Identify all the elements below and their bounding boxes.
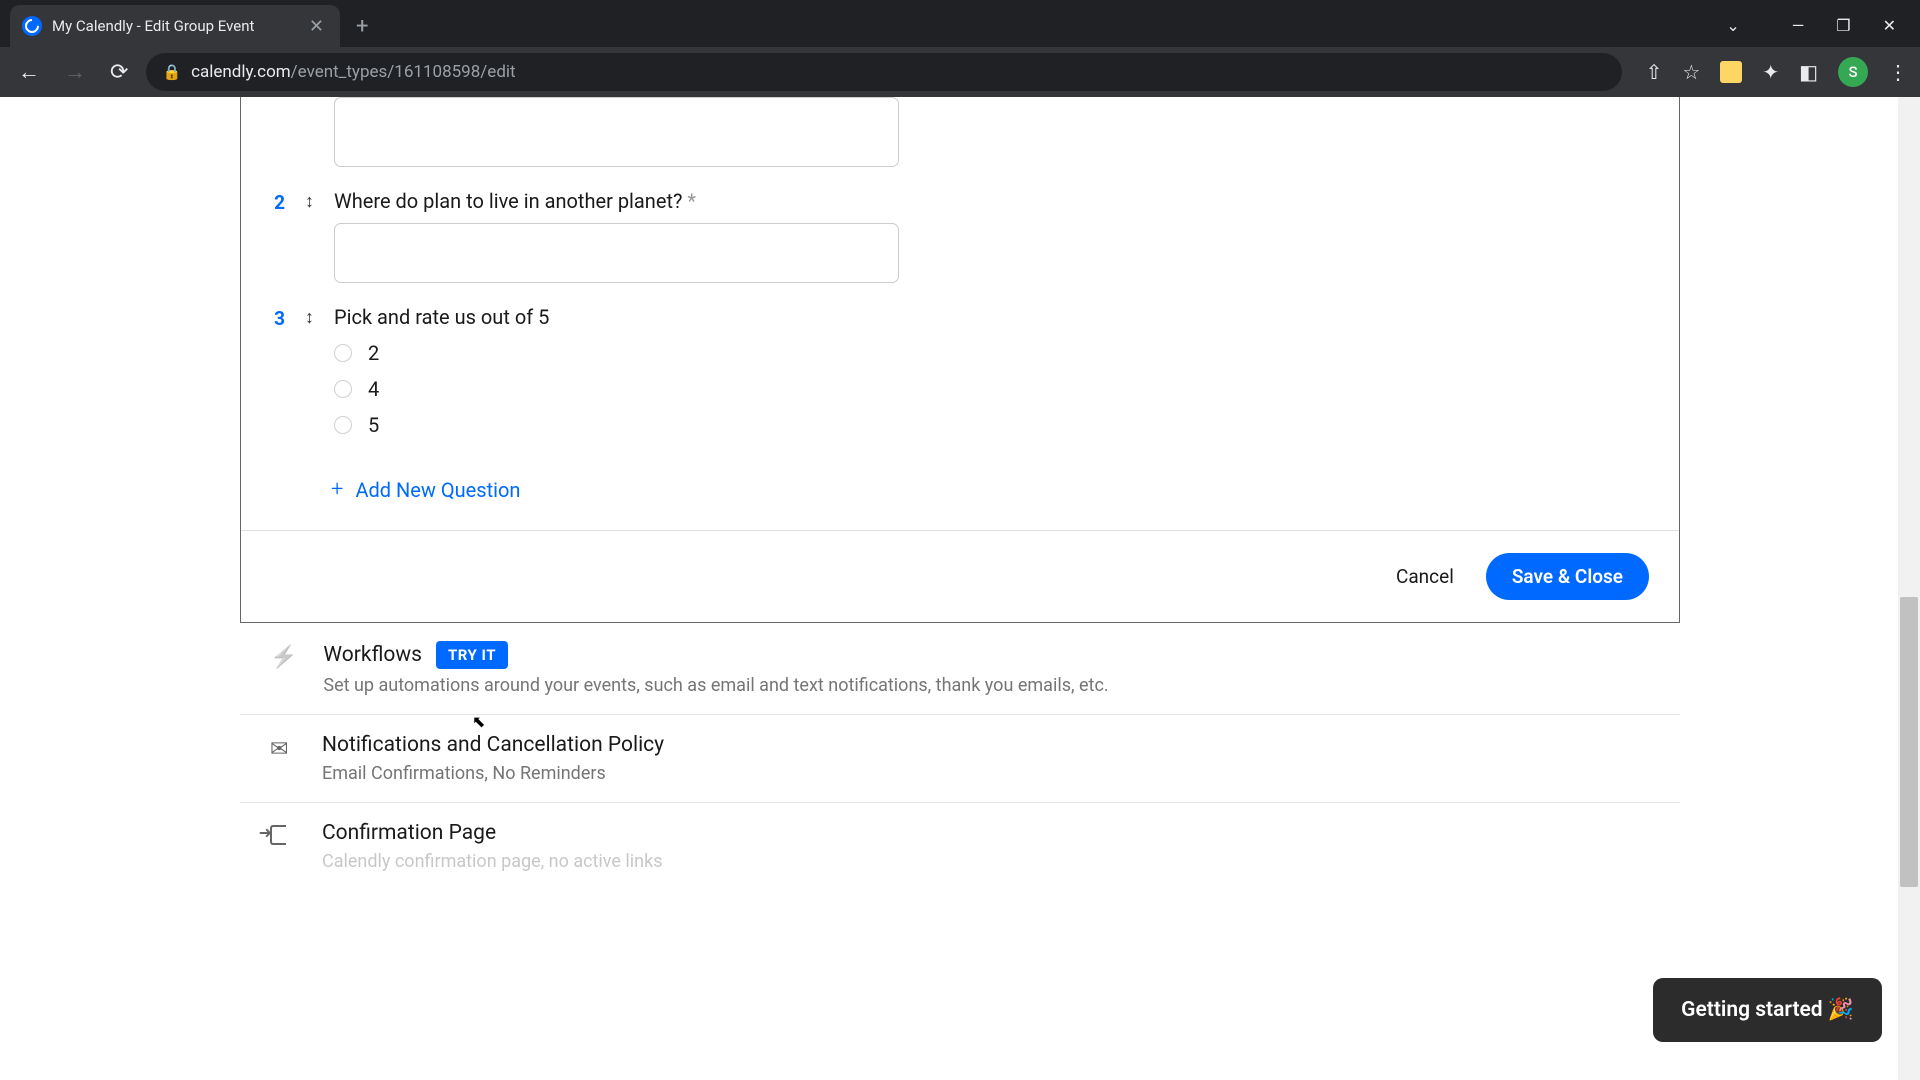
arrow-out-icon bbox=[270, 821, 296, 825]
section-title: Notifications and Cancellation Policy bbox=[322, 733, 1650, 757]
tab-title: My Calendly - Edit Group Event bbox=[52, 17, 295, 35]
question-label: Where do plan to live in another planet?… bbox=[334, 189, 1649, 213]
calendly-favicon bbox=[22, 16, 42, 36]
try-it-badge[interactable]: TRY IT bbox=[436, 641, 508, 669]
plus-icon: + bbox=[331, 477, 343, 502]
questions-card: 1 ↕ 2 ↕ Where do plan to live in another… bbox=[240, 97, 1680, 623]
mail-icon bbox=[270, 733, 296, 762]
radio-label: 5 bbox=[368, 413, 379, 437]
getting-started-widget[interactable]: Getting started 🎉 bbox=[1653, 978, 1882, 1042]
radio-option[interactable]: 2 bbox=[334, 341, 1649, 365]
question-text-input[interactable] bbox=[334, 223, 899, 283]
question-text-input[interactable] bbox=[334, 97, 899, 167]
card-footer: Cancel Save & Close bbox=[241, 530, 1679, 622]
lock-icon: 🔒 bbox=[162, 63, 181, 81]
menu-icon[interactable]: ⋮ bbox=[1888, 60, 1908, 84]
radio-option[interactable]: 5 bbox=[334, 413, 1649, 437]
radio-label: 2 bbox=[368, 341, 379, 365]
scrollbar-track[interactable] bbox=[1898, 97, 1920, 1080]
window-controls: ⌄ — ❐ ✕ bbox=[1726, 16, 1920, 35]
question-number: 2 bbox=[271, 189, 285, 283]
drag-handle-icon[interactable]: ↕ bbox=[305, 189, 314, 283]
browser-toolbar: ← → ⟳ 🔒 calendly.com/event_types/1611085… bbox=[0, 47, 1920, 97]
radio-icon bbox=[334, 416, 352, 434]
notifications-section[interactable]: Notifications and Cancellation Policy Em… bbox=[240, 715, 1680, 803]
share-icon[interactable]: ⇧ bbox=[1646, 60, 1663, 84]
add-question-label: Add New Question bbox=[355, 478, 520, 502]
section-title: Confirmation Page bbox=[322, 821, 1650, 845]
scrollbar-thumb[interactable] bbox=[1900, 597, 1918, 887]
bookmark-icon[interactable]: ☆ bbox=[1682, 60, 1700, 84]
page-content: 1 ↕ 2 ↕ Where do plan to live in another… bbox=[0, 97, 1920, 1080]
add-question-button[interactable]: + Add New Question bbox=[331, 477, 1649, 502]
section-subtitle: Email Confirmations, No Reminders bbox=[322, 763, 1650, 784]
extensions-icon[interactable]: ✦ bbox=[1762, 60, 1779, 84]
maximize-button[interactable]: ❐ bbox=[1836, 16, 1850, 35]
url-text: calendly.com/event_types/161108598/edit bbox=[191, 62, 515, 82]
drag-handle-icon[interactable]: ↕ bbox=[305, 305, 314, 449]
required-asterisk: * bbox=[687, 189, 696, 213]
browser-tab[interactable]: My Calendly - Edit Group Event ✕ bbox=[10, 5, 340, 47]
forward-button[interactable]: → bbox=[58, 55, 92, 89]
cancel-button[interactable]: Cancel bbox=[1388, 553, 1462, 600]
question-label: Pick and rate us out of 5 bbox=[334, 305, 1649, 329]
profile-avatar[interactable]: S bbox=[1838, 57, 1868, 87]
close-window-button[interactable]: ✕ bbox=[1883, 16, 1896, 35]
help-widget-label: Getting started 🎉 bbox=[1681, 998, 1854, 1022]
radio-label: 4 bbox=[368, 377, 379, 401]
confirmation-section[interactable]: Confirmation Page Calendly confirmation … bbox=[240, 803, 1680, 890]
extension-icon[interactable] bbox=[1720, 61, 1742, 83]
question-row: 1 ↕ bbox=[271, 97, 1649, 167]
sidepanel-icon[interactable]: ◧ bbox=[1799, 60, 1818, 84]
workflows-section[interactable]: Workflows TRY IT Set up automations arou… bbox=[240, 623, 1680, 715]
section-subtitle: Calendly confirmation page, no active li… bbox=[322, 851, 1650, 872]
question-number: 3 bbox=[271, 305, 285, 449]
save-close-button[interactable]: Save & Close bbox=[1486, 553, 1649, 600]
tabs-dropdown-icon[interactable]: ⌄ bbox=[1726, 16, 1739, 35]
section-title: Workflows TRY IT bbox=[323, 641, 1650, 669]
back-button[interactable]: ← bbox=[12, 55, 46, 89]
browser-tab-bar: My Calendly - Edit Group Event ✕ + ⌄ — ❐… bbox=[0, 0, 1920, 47]
close-tab-icon[interactable]: ✕ bbox=[305, 16, 328, 37]
address-bar[interactable]: 🔒 calendly.com/event_types/161108598/edi… bbox=[146, 53, 1621, 91]
radio-icon bbox=[334, 380, 352, 398]
lightning-icon bbox=[270, 641, 297, 670]
section-subtitle: Set up automations around your events, s… bbox=[323, 675, 1650, 696]
question-row: 3 ↕ Pick and rate us out of 5 2 4 bbox=[271, 305, 1649, 449]
radio-icon bbox=[334, 344, 352, 362]
reload-button[interactable]: ⟳ bbox=[104, 56, 134, 89]
question-row: 2 ↕ Where do plan to live in another pla… bbox=[271, 189, 1649, 283]
minimize-button[interactable]: — bbox=[1792, 16, 1805, 35]
new-tab-button[interactable]: + bbox=[340, 14, 384, 39]
radio-option[interactable]: 4 bbox=[334, 377, 1649, 401]
